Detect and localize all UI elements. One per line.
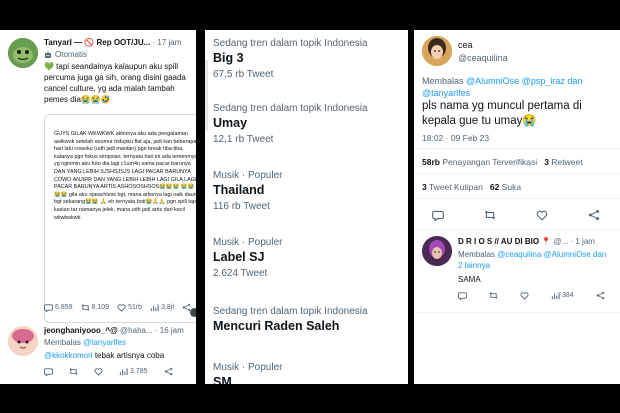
replying-to-links[interactable]: @AlumniOse @psp_iraz dan: [466, 76, 582, 86]
views-button[interactable]: 3,8jt: [150, 303, 174, 312]
share-button[interactable]: [164, 367, 173, 376]
share-icon: [596, 291, 605, 300]
reply-header: D R I O S // AU DI BIO 📍 @... · 1 jam: [458, 237, 595, 246]
tweet-actions: 6.859 8.109 51rb 3,8jt: [44, 303, 191, 312]
retweet-button[interactable]: [69, 367, 78, 376]
retweet-button[interactable]: [489, 291, 498, 300]
reply-avatar[interactable]: [8, 326, 38, 356]
author-handle[interactable]: @ceaquilina: [458, 53, 508, 63]
engagement-row-1: 58rb Penayangan Terverifikasi 3 Retweet: [422, 157, 583, 167]
like-icon: [117, 303, 126, 312]
retweet-icon: [484, 209, 496, 221]
reply-author-name[interactable]: D R I O S // AU DI BIO 📍: [458, 237, 551, 246]
retweet-icon: [81, 303, 90, 312]
tweet-thread-panel: TanyarI — 🚫 Rep OOT/JU... · 17 jam Otoma…: [0, 30, 196, 384]
scrollbar[interactable]: [205, 60, 208, 130]
trend-item[interactable]: Sedang tren dalam topik Indonesia Umay 1…: [213, 103, 368, 145]
tweet-text: 💚 tapi seandainya kalaupun aku spill per…: [44, 62, 186, 104]
screenshot-note-text: GUYS GILAK WKWKWK akhirnya aku ada penga…: [54, 131, 196, 221]
share-button[interactable]: [588, 209, 600, 221]
tweet-time[interactable]: · 17 jam: [153, 38, 182, 47]
engagement-row-2: 3 Tweet Kutipan 62 Suka: [422, 182, 522, 192]
reply-text: SAMA: [458, 275, 481, 284]
mention-link[interactable]: @kkokkomori: [44, 351, 93, 360]
reply-author-name[interactable]: jeonghaniyooo_^@: [44, 326, 118, 335]
reply-time[interactable]: · 1 jam: [571, 237, 595, 246]
reply-actions: 3.785: [44, 367, 173, 376]
share-button[interactable]: [596, 291, 605, 300]
reply-author-handle[interactable]: @haha...: [120, 326, 153, 335]
reply-icon: [44, 367, 53, 376]
tweet-text: pls nama yg muncul pertama di kepala gue…: [422, 100, 582, 127]
replying-to-link[interactable]: @tanyarlfes: [422, 88, 470, 98]
reply-button[interactable]: 6.859: [44, 303, 73, 312]
like-button[interactable]: [536, 209, 548, 221]
like-button[interactable]: [94, 367, 103, 376]
trends-panel: Sedang tren dalam topik Indonesia Big 3 …: [205, 30, 408, 384]
like-icon: [94, 367, 103, 376]
replying-to: Membalas @ceaquilina @AlumniOse dan 2 la…: [458, 250, 607, 270]
reply-icon: [44, 303, 53, 312]
like-icon: [536, 209, 548, 221]
replying-to: Membalas @AlumniOse @psp_iraz dan @tanya…: [422, 76, 583, 98]
trend-item[interactable]: Sedang tren dalam topik Indonesia Big 3 …: [213, 38, 368, 80]
reply-button[interactable]: [458, 291, 467, 300]
reply-button[interactable]: [432, 209, 444, 221]
author-name[interactable]: cea: [458, 40, 473, 50]
trend-item[interactable]: Sedang tren dalam topik Indonesia Mencur…: [213, 306, 368, 333]
automated-label: Otomatis: [44, 50, 87, 59]
reply-time[interactable]: · 16 jam: [155, 326, 184, 335]
replying-to-link[interactable]: @tanyarlfes: [83, 338, 126, 347]
reply-button[interactable]: [44, 367, 53, 376]
share-icon: [182, 303, 191, 312]
replying-to-links[interactable]: @ceaquilina @AlumniOse dan: [497, 250, 606, 259]
trend-item[interactable]: Musik · Populer Thailand 116 rb Tweet: [213, 170, 282, 212]
retweet-button[interactable]: 8.109: [81, 303, 109, 312]
like-button[interactable]: [520, 291, 529, 300]
replying-to-link[interactable]: 2 lainnya: [458, 261, 490, 270]
tweet-header: TanyarI — 🚫 Rep OOT/JU... · 17 jam: [44, 38, 181, 47]
reply-icon: [458, 291, 467, 300]
views-icon: [119, 367, 128, 376]
views-button[interactable]: 384: [551, 291, 574, 300]
reply-actions: 384: [458, 291, 605, 300]
retweet-icon: [489, 291, 498, 300]
views-icon: [150, 303, 159, 312]
reply-text: @kkokkomori tebak artisnya coba: [44, 351, 165, 360]
reply-avatar[interactable]: [422, 236, 452, 266]
tweet-avatar[interactable]: [422, 36, 452, 66]
tweet-datetime[interactable]: 18:02 · 09 Feb 23: [422, 133, 489, 143]
replying-to: Membalas @tanyarlfes: [44, 338, 126, 347]
tweet-avatar[interactable]: [8, 38, 38, 68]
reply-author-handle[interactable]: @...: [553, 237, 568, 246]
share-icon: [164, 367, 173, 376]
retweet-icon: [69, 367, 78, 376]
tweet-detail-actions: [432, 209, 600, 221]
tweet-detail-panel: cea @ceaquilina Membalas @AlumniOse @psp…: [414, 30, 620, 384]
author-name[interactable]: TanyarI — 🚫 Rep OOT/JU...: [44, 38, 150, 47]
like-button[interactable]: 51rb: [117, 303, 142, 312]
share-icon: [588, 209, 600, 221]
views-icon: [551, 291, 560, 300]
views-button[interactable]: 3.785: [119, 367, 148, 376]
trend-item[interactable]: Musik · Populer Label SJ 2.624 Tweet: [213, 237, 282, 279]
trend-item[interactable]: Musik · Populer SM...: [213, 362, 282, 384]
retweet-button[interactable]: [484, 209, 496, 221]
share-button[interactable]: [182, 303, 191, 312]
reply-icon: [432, 209, 444, 221]
automated-bot-icon: [44, 50, 52, 59]
tweet-media-image[interactable]: GUYS GILAK WKWKWK akhirnya aku ada penga…: [44, 114, 196, 323]
reply-header: jeonghaniyooo_^@ @haha... · 16 jam: [44, 326, 184, 335]
like-icon: [520, 291, 529, 300]
